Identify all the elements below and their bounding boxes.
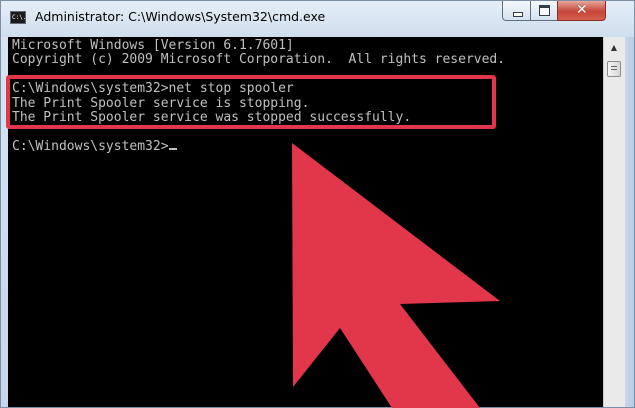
console-line-blank bbox=[12, 125, 505, 139]
console-line-stopped: The Print Spooler service was stopped su… bbox=[12, 109, 412, 125]
scroll-up-arrow-icon[interactable]: ▲ bbox=[606, 40, 622, 56]
console-area[interactable]: Microsoft Windows [Version 6.1.7601] Copy… bbox=[8, 37, 603, 407]
maximize-icon bbox=[539, 5, 550, 16]
close-icon: ✕ bbox=[576, 2, 588, 18]
thumb-grip bbox=[611, 66, 617, 72]
close-button[interactable]: ✕ bbox=[557, 1, 606, 21]
maximize-button[interactable] bbox=[530, 1, 558, 21]
text-cursor bbox=[168, 147, 177, 150]
scrollbar-thumb[interactable] bbox=[607, 61, 621, 77]
minimize-icon bbox=[513, 12, 523, 17]
console-line-stopping: The Print Spooler service is stopping. bbox=[12, 95, 310, 111]
minimize-button[interactable] bbox=[502, 1, 531, 21]
console-line-version: Microsoft Windows [Version 6.1.7601] bbox=[12, 38, 294, 53]
cmd-icon[interactable]: C:\. bbox=[10, 11, 26, 24]
console-output: Microsoft Windows [Version 6.1.7601] Copy… bbox=[12, 38, 506, 154]
console-line-copyright: Copyright (c) 2009 Microsoft Corporation… bbox=[12, 52, 506, 68]
window-title: Administrator: C:\Windows\System32\cmd.e… bbox=[35, 9, 326, 24]
console-line-blank bbox=[12, 68, 505, 82]
prompt-text: C:\Windows\system32> bbox=[12, 138, 169, 154]
title-bar[interactable]: C:\. Administrator: C:\Windows\System32\… bbox=[1, 1, 634, 37]
window-frame-right bbox=[625, 37, 634, 407]
console-line-prompt[interactable]: C:\Windows\system32> bbox=[12, 138, 505, 154]
console-line-command: C:\Windows\system32>net stop spooler bbox=[12, 81, 294, 97]
cmd-window: C:\. Administrator: C:\Windows\System32\… bbox=[0, 0, 635, 408]
vertical-scrollbar[interactable]: ▲ bbox=[603, 37, 625, 407]
